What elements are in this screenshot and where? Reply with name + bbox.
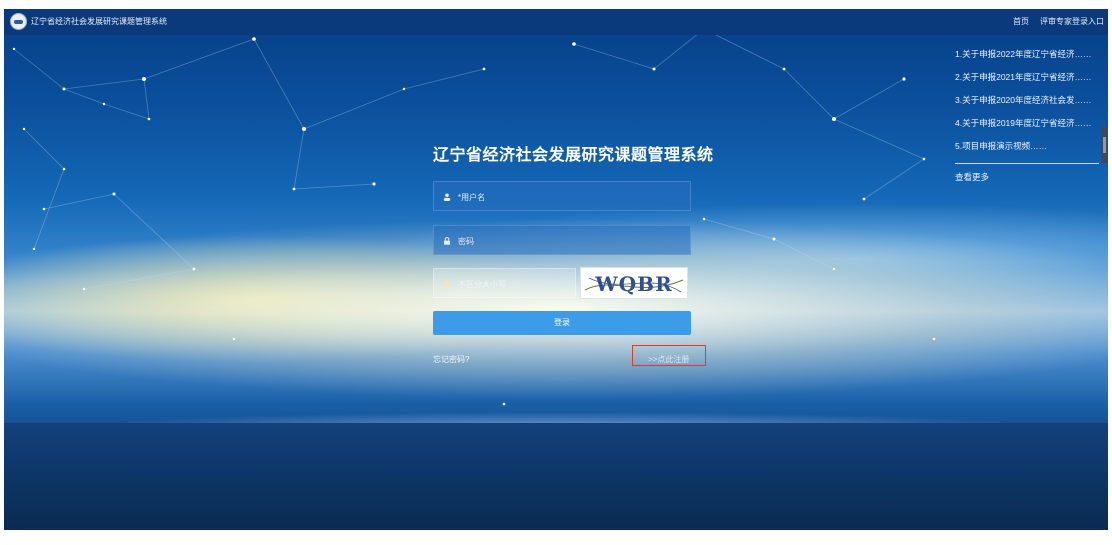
shield-icon [443, 280, 451, 288]
notice-item-3[interactable]: 3.关于申报2020年度经济社会发…… [955, 93, 1103, 116]
captcha-image[interactable]: WQBR [580, 267, 688, 299]
register-link[interactable]: >>点此注册 [648, 354, 689, 365]
emblem-icon [10, 13, 27, 30]
landscape-background [4, 423, 1108, 530]
username-placeholder: *用户名 [458, 193, 486, 202]
login-title: 辽宁省经济社会发展研究课题管理系统 [433, 147, 714, 164]
login-page: 辽宁省经济社会发展研究课题管理系统 首页 评审专家登录入口 1.关于申报2022… [4, 9, 1108, 530]
view-more-link[interactable]: 查看更多 [955, 171, 1103, 183]
notice-item-5[interactable]: 5.项目申报演示视频…… [955, 139, 1103, 162]
nav-expert-login-link[interactable]: 评审专家登录入口 [1040, 16, 1104, 27]
lock-icon [444, 237, 450, 245]
app-title: 辽宁省经济社会发展研究课题管理系统 [31, 17, 167, 26]
notice-divider [955, 163, 1099, 164]
notice-panel: 1.关于申报2022年度辽宁省经济…… 2.关于申报2021年度辽宁省经济…… … [955, 47, 1103, 183]
top-bar: 辽宁省经济社会发展研究课题管理系统 首页 评审专家登录入口 [4, 9, 1108, 35]
captcha-placeholder: 不区分大小写 [458, 280, 506, 289]
forgot-password-link[interactable]: 忘记密码? [433, 354, 469, 365]
password-input[interactable]: 密码 [433, 225, 691, 255]
nav-home-link[interactable]: 首页 [1013, 16, 1029, 27]
user-icon [443, 193, 451, 201]
login-button[interactable]: 登录 [433, 311, 691, 335]
captcha-input[interactable]: 不区分大小写 [433, 268, 576, 298]
constellation-background [12, 27, 936, 406]
password-placeholder: 密码 [458, 237, 474, 246]
captcha-text: WQBR [594, 272, 672, 296]
notice-item-2[interactable]: 2.关于申报2021年度辽宁省经济…… [955, 70, 1103, 93]
notice-item-4[interactable]: 4.关于申报2019年度辽宁省经济…… [955, 116, 1103, 139]
username-input[interactable]: *用户名 [433, 181, 691, 211]
notice-item-1[interactable]: 1.关于申报2022年度辽宁省经济…… [955, 47, 1103, 70]
side-tab-handle[interactable] [1101, 127, 1108, 163]
